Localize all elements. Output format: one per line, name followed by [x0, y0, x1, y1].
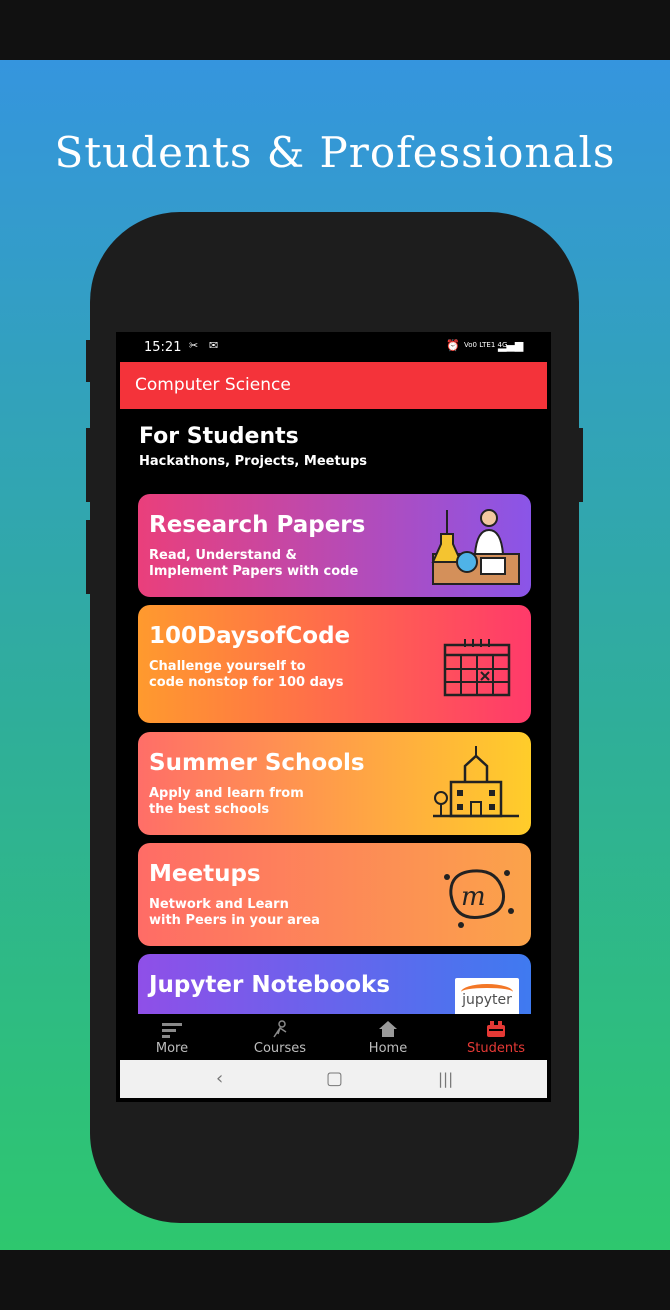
card-description-line: with Peers in your area — [149, 913, 320, 928]
card-description-line: Network and Learn — [149, 897, 289, 912]
card-description: Read, Understand & Implement Papers with… — [149, 548, 358, 580]
card-summer-schools[interactable]: Summer Schools Apply and learn from the … — [138, 732, 531, 835]
section-subtitle: Hackathons, Projects, Meetups — [139, 454, 367, 469]
status-bar: 15:21 ✂ ✉ ⏰ Vo0 LTE1 4G ▂▄▆ ▮ — [116, 332, 551, 362]
phone-side-button — [86, 520, 92, 594]
school-building-icon — [433, 746, 519, 818]
card-description: Network and Learn with Peers in your are… — [149, 897, 320, 929]
nav-item-more[interactable]: More — [118, 1014, 226, 1060]
card-meetups[interactable]: Meetups Network and Learn with Peers in … — [138, 843, 531, 946]
nav-label: Courses — [253, 1041, 307, 1056]
app-bar: Computer Science — [120, 362, 547, 409]
back-icon[interactable]: ‹ — [216, 1068, 223, 1089]
nav-item-students[interactable]: Students — [442, 1014, 550, 1060]
card-title: Summer Schools — [149, 750, 365, 776]
nav-label: Home — [368, 1041, 408, 1056]
card-research-papers[interactable]: Research Papers Read, Understand & Imple… — [138, 494, 531, 597]
card-title: 100DaysofCode — [149, 623, 351, 649]
nav-item-home[interactable]: Home — [334, 1014, 442, 1060]
jupyter-logo-text: jupyter — [462, 992, 512, 1008]
card-description-line: Challenge yourself to — [149, 659, 306, 674]
card-title: Meetups — [149, 861, 261, 887]
svg-text:m: m — [461, 882, 486, 912]
battery-icon: ▮ — [517, 339, 524, 352]
phone-side-button — [86, 428, 92, 502]
card-description-line: the best schools — [149, 802, 270, 817]
card-title: Research Papers — [149, 512, 366, 538]
card-description-line: code nonstop for 100 days — [149, 675, 344, 690]
top-black-strip — [0, 0, 670, 60]
phone-side-button — [86, 340, 92, 382]
bottom-black-strip — [0, 1250, 670, 1310]
calendar-icon — [443, 639, 511, 697]
home-circle-icon[interactable]: ▢ — [326, 1068, 343, 1089]
phone-power-button — [577, 428, 583, 502]
nav-label: Students — [467, 1041, 525, 1056]
system-nav-bar: ‹ ▢ ||| — [120, 1060, 547, 1098]
alarm-icon: ⏰ — [446, 339, 460, 352]
home-icon — [379, 1021, 397, 1037]
meetup-logo-icon: m — [444, 869, 514, 928]
app-bar-title: Computer Science — [135, 375, 291, 395]
status-time: 15:21 — [144, 340, 182, 355]
menu-lines-icon — [162, 1023, 182, 1038]
card-description-line: Implement Papers with code — [149, 564, 359, 579]
card-description-line: Read, Understand & — [149, 548, 297, 563]
courses-icon — [273, 1020, 287, 1038]
card-100-days-of-code[interactable]: 100DaysofCode Challenge yourself to code… — [138, 605, 531, 723]
card-description: Apply and learn from the best schools — [149, 786, 304, 818]
card-description: Challenge yourself to code nonstop for 1… — [149, 659, 344, 691]
recents-icon[interactable]: ||| — [438, 1070, 453, 1088]
phone-screen: 15:21 ✂ ✉ ⏰ Vo0 LTE1 4G ▂▄▆ ▮ Computer S… — [116, 332, 551, 1102]
card-description-line: Apply and learn from — [149, 786, 304, 801]
card-title: Jupyter Notebooks — [149, 972, 391, 998]
banner-headline: Students & Professionals — [54, 128, 616, 177]
missed-call-icon: ✂ — [189, 339, 199, 352]
nav-item-courses[interactable]: Courses — [226, 1014, 334, 1060]
section-title: For Students — [139, 424, 299, 449]
scientist-lab-icon — [431, 509, 520, 585]
bottom-nav: More Courses Home Students — [116, 1014, 551, 1060]
mail-icon: ✉ — [209, 339, 219, 352]
nav-label: More — [155, 1041, 189, 1056]
students-icon — [487, 1021, 505, 1037]
